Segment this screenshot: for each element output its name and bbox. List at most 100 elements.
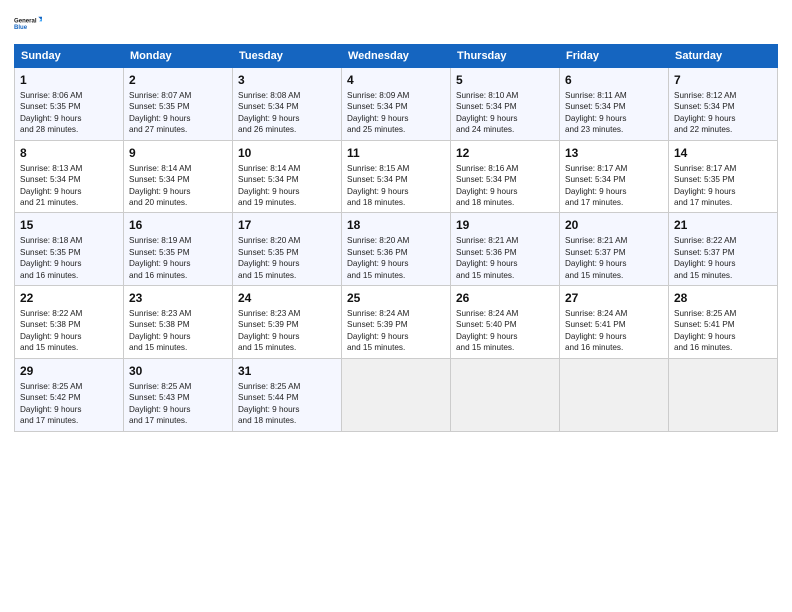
day-info: Daylight: 9 hours bbox=[456, 186, 554, 197]
day-cell: 1Sunrise: 8:06 AMSunset: 5:35 PMDaylight… bbox=[15, 68, 124, 141]
day-info: and 15 minutes. bbox=[456, 270, 554, 281]
day-info: Sunrise: 8:25 AM bbox=[20, 381, 118, 392]
day-info: and 17 minutes. bbox=[674, 197, 772, 208]
day-info: Daylight: 9 hours bbox=[20, 331, 118, 342]
header-cell-friday: Friday bbox=[560, 45, 669, 68]
day-info: and 16 minutes. bbox=[129, 270, 227, 281]
calendar-header: SundayMondayTuesdayWednesdayThursdayFrid… bbox=[15, 45, 778, 68]
day-info: Sunrise: 8:06 AM bbox=[20, 90, 118, 101]
day-info: Daylight: 9 hours bbox=[20, 113, 118, 124]
day-info: Daylight: 9 hours bbox=[456, 331, 554, 342]
header: General Blue bbox=[14, 10, 778, 38]
day-number: 2 bbox=[129, 72, 227, 89]
day-cell: 16Sunrise: 8:19 AMSunset: 5:35 PMDayligh… bbox=[124, 213, 233, 286]
day-info: and 15 minutes. bbox=[129, 342, 227, 353]
day-number: 22 bbox=[20, 290, 118, 307]
day-info: and 15 minutes. bbox=[347, 270, 445, 281]
day-info: and 15 minutes. bbox=[20, 342, 118, 353]
day-info: Daylight: 9 hours bbox=[238, 113, 336, 124]
day-info: Sunset: 5:41 PM bbox=[565, 319, 663, 330]
svg-text:General: General bbox=[14, 18, 37, 24]
day-info: Sunset: 5:34 PM bbox=[347, 101, 445, 112]
day-info: Sunrise: 8:22 AM bbox=[674, 235, 772, 246]
day-info: Sunrise: 8:15 AM bbox=[347, 163, 445, 174]
day-number: 21 bbox=[674, 217, 772, 234]
day-info: Sunset: 5:35 PM bbox=[20, 247, 118, 258]
svg-text:Blue: Blue bbox=[14, 25, 28, 31]
day-info: Sunset: 5:37 PM bbox=[674, 247, 772, 258]
day-info: Sunrise: 8:14 AM bbox=[129, 163, 227, 174]
day-info: Daylight: 9 hours bbox=[20, 258, 118, 269]
day-info: and 23 minutes. bbox=[565, 124, 663, 135]
day-info: Sunrise: 8:16 AM bbox=[456, 163, 554, 174]
week-row-5: 29Sunrise: 8:25 AMSunset: 5:42 PMDayligh… bbox=[15, 358, 778, 431]
day-info: Sunrise: 8:24 AM bbox=[456, 308, 554, 319]
day-cell bbox=[669, 358, 778, 431]
day-info: Sunrise: 8:23 AM bbox=[129, 308, 227, 319]
logo-icon: General Blue bbox=[14, 10, 42, 38]
day-info: Sunset: 5:36 PM bbox=[456, 247, 554, 258]
header-row: SundayMondayTuesdayWednesdayThursdayFrid… bbox=[15, 45, 778, 68]
day-cell bbox=[560, 358, 669, 431]
day-info: Sunrise: 8:24 AM bbox=[565, 308, 663, 319]
day-info: Sunrise: 8:07 AM bbox=[129, 90, 227, 101]
day-cell: 13Sunrise: 8:17 AMSunset: 5:34 PMDayligh… bbox=[560, 140, 669, 213]
day-info: Daylight: 9 hours bbox=[565, 186, 663, 197]
day-info: Sunrise: 8:23 AM bbox=[238, 308, 336, 319]
day-number: 14 bbox=[674, 145, 772, 162]
day-info: Sunset: 5:34 PM bbox=[565, 101, 663, 112]
day-cell: 26Sunrise: 8:24 AMSunset: 5:40 PMDayligh… bbox=[451, 286, 560, 359]
day-number: 25 bbox=[347, 290, 445, 307]
header-cell-sunday: Sunday bbox=[15, 45, 124, 68]
day-info: Sunrise: 8:13 AM bbox=[20, 163, 118, 174]
day-info: and 18 minutes. bbox=[347, 197, 445, 208]
day-info: Daylight: 9 hours bbox=[347, 113, 445, 124]
day-cell bbox=[451, 358, 560, 431]
day-info: Daylight: 9 hours bbox=[129, 186, 227, 197]
day-number: 13 bbox=[565, 145, 663, 162]
day-info: Daylight: 9 hours bbox=[347, 331, 445, 342]
day-info: Sunset: 5:34 PM bbox=[129, 174, 227, 185]
day-info: and 15 minutes. bbox=[238, 342, 336, 353]
day-info: Sunset: 5:35 PM bbox=[129, 101, 227, 112]
day-cell: 6Sunrise: 8:11 AMSunset: 5:34 PMDaylight… bbox=[560, 68, 669, 141]
day-info: Sunset: 5:36 PM bbox=[347, 247, 445, 258]
day-number: 17 bbox=[238, 217, 336, 234]
day-info: Daylight: 9 hours bbox=[347, 258, 445, 269]
day-info: and 16 minutes. bbox=[565, 342, 663, 353]
page: General Blue SundayMondayTuesdayWednesda… bbox=[0, 0, 792, 612]
day-number: 15 bbox=[20, 217, 118, 234]
day-info: and 15 minutes. bbox=[456, 342, 554, 353]
day-cell: 18Sunrise: 8:20 AMSunset: 5:36 PMDayligh… bbox=[342, 213, 451, 286]
day-cell: 12Sunrise: 8:16 AMSunset: 5:34 PMDayligh… bbox=[451, 140, 560, 213]
day-cell: 15Sunrise: 8:18 AMSunset: 5:35 PMDayligh… bbox=[15, 213, 124, 286]
day-info: Sunset: 5:34 PM bbox=[456, 101, 554, 112]
day-number: 9 bbox=[129, 145, 227, 162]
day-cell: 31Sunrise: 8:25 AMSunset: 5:44 PMDayligh… bbox=[233, 358, 342, 431]
day-info: Daylight: 9 hours bbox=[238, 404, 336, 415]
day-info: and 15 minutes. bbox=[347, 342, 445, 353]
calendar-body: 1Sunrise: 8:06 AMSunset: 5:35 PMDaylight… bbox=[15, 68, 778, 432]
day-cell: 7Sunrise: 8:12 AMSunset: 5:34 PMDaylight… bbox=[669, 68, 778, 141]
day-number: 27 bbox=[565, 290, 663, 307]
day-info: Daylight: 9 hours bbox=[674, 113, 772, 124]
day-info: Sunset: 5:43 PM bbox=[129, 392, 227, 403]
day-info: Daylight: 9 hours bbox=[20, 186, 118, 197]
day-info: Daylight: 9 hours bbox=[674, 186, 772, 197]
day-number: 16 bbox=[129, 217, 227, 234]
day-info: Sunset: 5:35 PM bbox=[20, 101, 118, 112]
header-cell-saturday: Saturday bbox=[669, 45, 778, 68]
day-number: 6 bbox=[565, 72, 663, 89]
day-info: Daylight: 9 hours bbox=[456, 258, 554, 269]
day-number: 24 bbox=[238, 290, 336, 307]
day-info: Sunset: 5:39 PM bbox=[238, 319, 336, 330]
day-number: 5 bbox=[456, 72, 554, 89]
day-info: Sunset: 5:35 PM bbox=[129, 247, 227, 258]
day-number: 20 bbox=[565, 217, 663, 234]
day-info: Sunrise: 8:20 AM bbox=[238, 235, 336, 246]
logo: General Blue bbox=[14, 10, 42, 38]
day-info: Sunset: 5:35 PM bbox=[238, 247, 336, 258]
day-info: and 26 minutes. bbox=[238, 124, 336, 135]
calendar: SundayMondayTuesdayWednesdayThursdayFrid… bbox=[14, 44, 778, 432]
day-info: Daylight: 9 hours bbox=[674, 258, 772, 269]
